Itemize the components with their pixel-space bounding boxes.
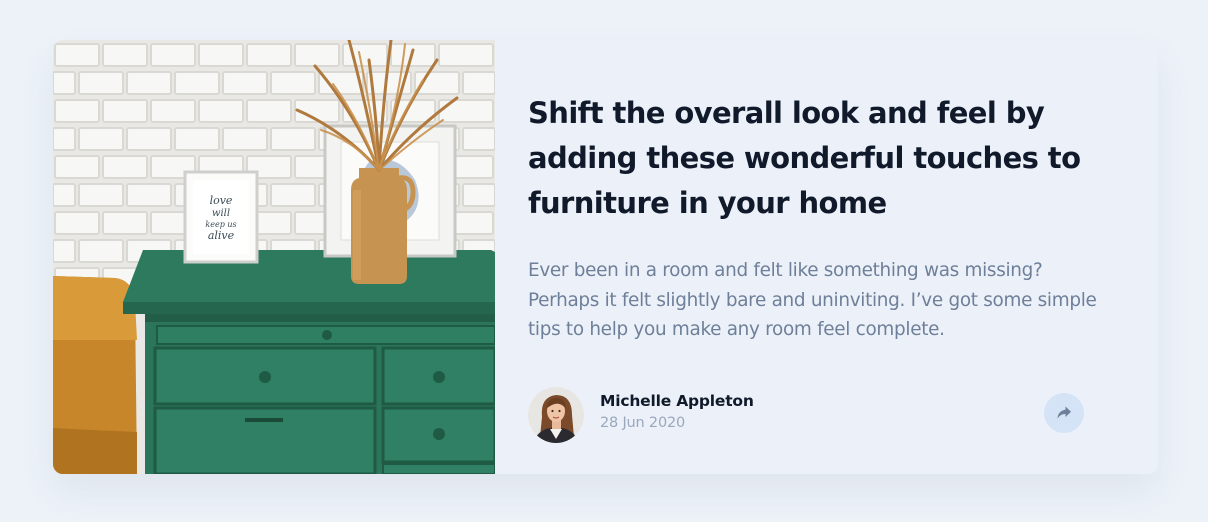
author-name: Michelle Appleton <box>600 392 754 410</box>
share-arrow-icon <box>1057 406 1071 419</box>
share-button[interactable] <box>1044 393 1084 433</box>
author-avatar <box>528 387 584 443</box>
svg-text:keep us: keep us <box>205 220 236 229</box>
article-preview-card: love will keep us alive Shift the overal… <box>53 40 1158 474</box>
article-content: Shift the overall look and feel by addin… <box>528 40 1118 474</box>
author-section: Michelle Appleton 28 Jun 2020 <box>528 385 1088 445</box>
article-description: Ever been in a room and felt like someth… <box>528 260 1097 340</box>
publish-date: 28 Jun 2020 <box>600 415 686 431</box>
svg-text:love: love <box>210 194 233 207</box>
svg-text:will: will <box>212 208 230 219</box>
article-hero-image: love will keep us alive <box>53 40 495 474</box>
article-title[interactable]: Shift the overall look and feel by addin… <box>528 91 1103 226</box>
svg-text:alive: alive <box>208 229 235 242</box>
